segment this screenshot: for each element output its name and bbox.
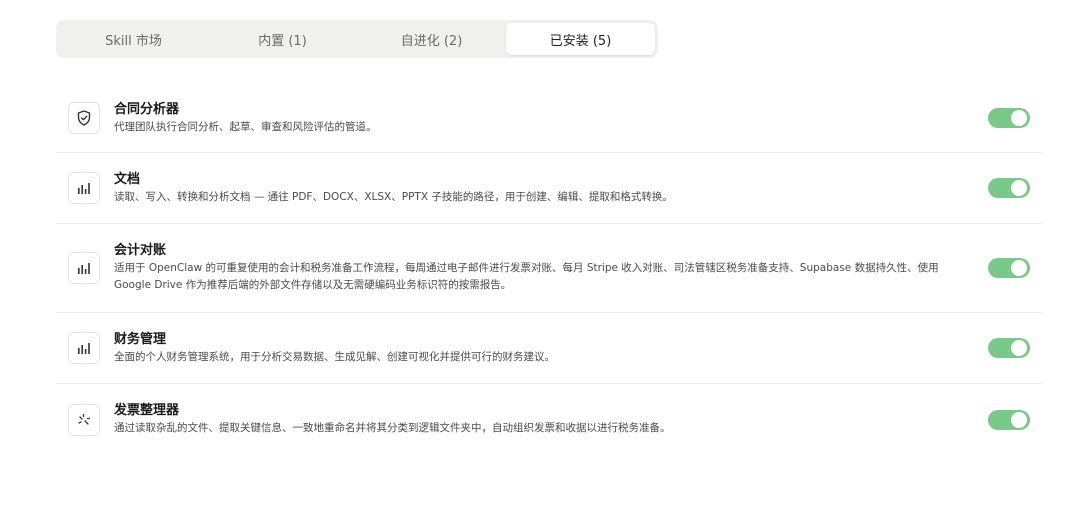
skill-row-accounting-reconciliation: 会计对账 适用于 OpenClaw 的可重复使用的会计和税务准备工作流程，每周通…	[56, 224, 1042, 313]
skill-title: 文档	[114, 171, 141, 187]
bar-chart-icon	[68, 172, 100, 204]
skill-title: 财务管理	[114, 331, 167, 347]
tab-builtin[interactable]: 内置 (1)	[208, 23, 357, 55]
sparkle-icon	[68, 403, 100, 436]
bar-chart-icon	[68, 252, 100, 284]
skill-description: 适用于 OpenClaw 的可重复使用的会计和税务准备工作流程，每周通过电子邮件…	[114, 262, 939, 291]
tab-installed[interactable]: 已安装 (5)	[506, 23, 655, 55]
skill-enabled-toggle[interactable]	[988, 258, 1030, 278]
skill-description: 全面的个人财务管理系统，用于分析交易数据、生成见解、创建可视化并提供可行的财务建…	[114, 350, 555, 363]
toggle-knob	[1011, 110, 1027, 126]
skill-row-documents: 文档 读取、写入、转换和分析文档 — 通往 PDF、DOCX、XLSX、PPTX…	[56, 153, 1042, 224]
skill-text: 文档 读取、写入、转换和分析文档 — 通往 PDF、DOCX、XLSX、PPTX…	[114, 171, 952, 206]
toggle-knob	[1011, 180, 1027, 196]
skill-description: 代理团队执行合同分析、起草、审查和风险评估的管道。	[114, 120, 377, 133]
toggle-knob	[1011, 340, 1027, 356]
skill-enabled-toggle[interactable]	[988, 108, 1030, 128]
skill-title: 合同分析器	[114, 101, 180, 117]
toggle-knob	[1011, 260, 1027, 276]
toggle-knob	[1011, 411, 1027, 428]
skill-description: 读取、写入、转换和分析文档 — 通往 PDF、DOCX、XLSX、PPTX 子技…	[114, 190, 673, 203]
skill-text: 合同分析器 代理团队执行合同分析、起草、审查和风险评估的管道。	[114, 101, 952, 136]
skill-tabs: Skill 市场 内置 (1) 自进化 (2) 已安装 (5)	[56, 20, 658, 58]
skill-enabled-toggle[interactable]	[988, 178, 1030, 198]
shield-check-icon	[68, 102, 100, 134]
skill-enabled-toggle[interactable]	[988, 409, 1030, 430]
skill-text: 会计对账 适用于 OpenClaw 的可重复使用的会计和税务准备工作流程，每周通…	[114, 242, 952, 294]
skill-row-finance-management: 财务管理 全面的个人财务管理系统，用于分析交易数据、生成见解、创建可视化并提供可…	[56, 313, 1042, 384]
skill-text: 财务管理 全面的个人财务管理系统，用于分析交易数据、生成见解、创建可视化并提供可…	[114, 331, 952, 366]
skill-description: 通过读取杂乱的文件、提取关键信息、一致地重命名并将其分类到逻辑文件夹中，自动组织…	[114, 422, 671, 434]
skill-enabled-toggle[interactable]	[988, 338, 1030, 358]
bar-chart-icon	[68, 332, 100, 364]
skill-row-contract-analyzer: 合同分析器 代理团队执行合同分析、起草、审查和风险评估的管道。	[56, 84, 1042, 153]
tab-skill-market[interactable]: Skill 市场	[59, 23, 208, 55]
installed-skills-list: 合同分析器 代理团队执行合同分析、起草、审查和风险评估的管道。 文档 读取、写入…	[56, 84, 1042, 455]
skill-title: 会计对账	[114, 243, 167, 258]
skill-row-invoice-organizer: 发票整理器 通过读取杂乱的文件、提取关键信息、一致地重命名并将其分类到逻辑文件夹…	[56, 384, 1042, 455]
skills-page: Skill 市场 内置 (1) 自进化 (2) 已安装 (5) 合同分析器 代理…	[0, 0, 1080, 509]
skill-title: 发票整理器	[114, 403, 180, 418]
tab-self-evolved[interactable]: 自进化 (2)	[357, 23, 506, 55]
skill-text: 发票整理器 通过读取杂乱的文件、提取关键信息、一致地重命名并将其分类到逻辑文件夹…	[114, 402, 952, 437]
